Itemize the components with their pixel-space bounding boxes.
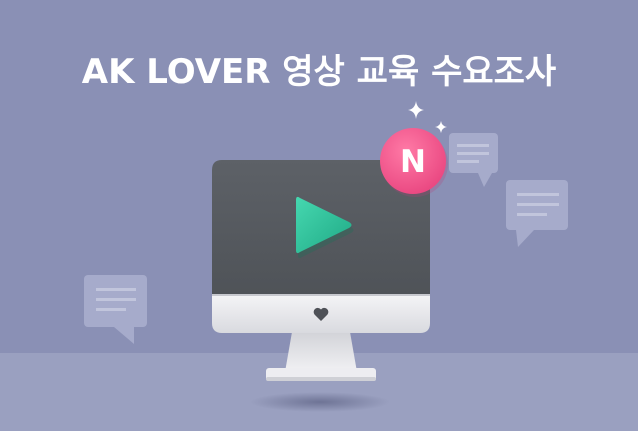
- speech-bubble-icon: [449, 133, 498, 187]
- sparkle-icon: [435, 121, 447, 133]
- illustration: N: [84, 101, 568, 412]
- monitor-stand: [266, 332, 376, 381]
- sparkle-icon: [408, 101, 424, 119]
- monitor-shadow: [250, 392, 390, 412]
- new-badge-letter: N: [400, 144, 426, 180]
- speech-bubble-icon: [84, 275, 147, 344]
- speech-bubble-icon: [506, 180, 568, 247]
